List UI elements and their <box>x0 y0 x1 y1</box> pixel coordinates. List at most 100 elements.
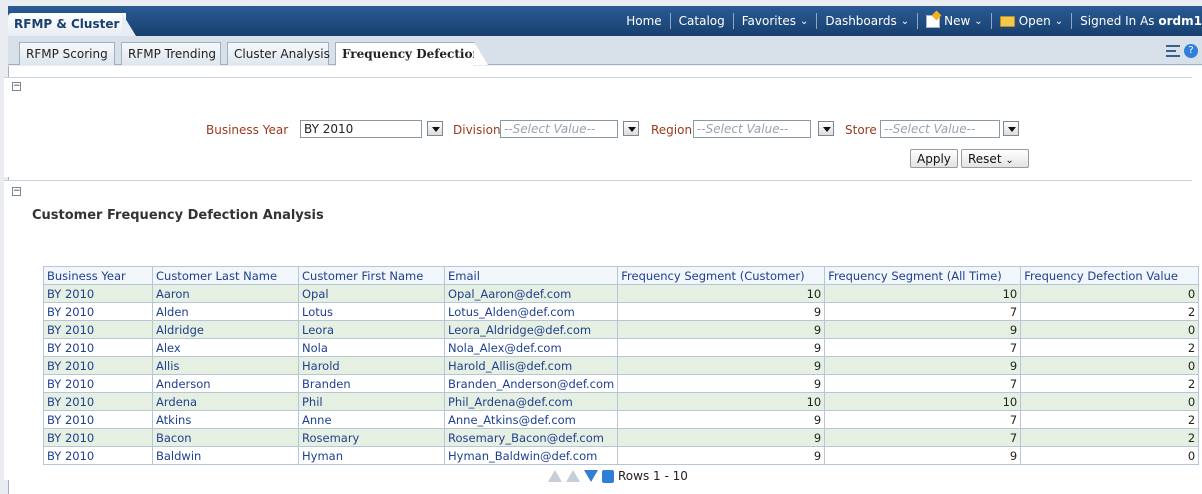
cell-email[interactable]: Harold_Allis@def.com <box>443 356 619 375</box>
cell-frequency-segment-all-time: 9 <box>824 356 1022 375</box>
folder-icon <box>999 15 1015 27</box>
region-dropdown-button[interactable] <box>818 121 834 136</box>
cell-email[interactable]: Hyman_Baldwin@def.com <box>443 446 619 465</box>
cell-first-name[interactable]: Harold <box>298 356 445 375</box>
collapse-icon[interactable]: − <box>12 82 21 91</box>
cell-first-name[interactable]: Hyman <box>298 446 445 465</box>
cell-email[interactable]: Anne_Atkins@def.com <box>443 410 619 429</box>
cell-email[interactable]: Rosemary_Bacon@def.com <box>443 428 619 447</box>
cell-business-year[interactable]: BY 2010 <box>43 410 153 429</box>
business-year-label: Business Year <box>206 123 289 137</box>
cell-frequency-segment-all-time: 7 <box>824 338 1022 357</box>
show-all-rows-icon[interactable] <box>602 469 614 483</box>
store-label: Store <box>845 123 877 137</box>
cell-frequency-segment-all-time: 10 <box>824 284 1022 303</box>
cell-frequency-segment-customer: 9 <box>617 302 826 321</box>
cell-last-name[interactable]: Bacon <box>152 428 299 447</box>
signed-in-status: Signed In As ordm1 <box>1072 14 1202 28</box>
dashboard-title-tab[interactable]: RFMP & Cluster <box>8 13 126 36</box>
page-options-icon[interactable] <box>1166 45 1180 57</box>
cell-frequency-segment-all-time: 7 <box>824 428 1022 447</box>
previous-page-icon[interactable] <box>566 470 580 482</box>
table-row: BY 2010 Aldridge Leora Leora_Aldridge@def.c… <box>43 320 1200 339</box>
cell-frequency-defection-value: 2 <box>1020 302 1200 321</box>
tab-frequency-defection[interactable]: Frequency Defection <box>335 42 481 66</box>
nav-open[interactable]: Open ⌄ <box>992 14 1071 28</box>
cell-business-year[interactable]: BY 2010 <box>43 392 153 411</box>
cell-first-name[interactable]: Nola <box>298 338 445 357</box>
cell-email[interactable]: Leora_Aldridge@def.com <box>443 320 619 339</box>
help-icon[interactable]: ? <box>1184 44 1198 58</box>
cell-business-year[interactable]: BY 2010 <box>43 428 153 447</box>
column-header-last-name[interactable]: Customer Last Name <box>152 266 299 285</box>
cell-frequency-defection-value: 0 <box>1020 356 1200 375</box>
store-dropdown-button[interactable] <box>1003 121 1019 136</box>
collapse-icon[interactable]: − <box>12 187 21 196</box>
table-row: BY 2010 Baldwin Hyman Hyman_Baldwin@def.com… <box>43 446 1200 465</box>
division-label: Division <box>453 123 501 137</box>
reset-button-label: Reset <box>968 152 1002 166</box>
cell-frequency-segment-customer: 9 <box>617 410 826 429</box>
column-header-email[interactable]: Email <box>443 266 619 285</box>
cell-email[interactable]: Phil_Ardena@def.com <box>443 392 619 411</box>
reset-button[interactable]: Reset ⌄ <box>961 149 1029 168</box>
cell-business-year[interactable]: BY 2010 <box>43 320 153 339</box>
cell-last-name[interactable]: Atkins <box>152 410 299 429</box>
cell-first-name[interactable]: Lotus <box>298 302 445 321</box>
cell-last-name[interactable]: Alex <box>152 338 299 357</box>
cell-first-name[interactable]: Phil <box>298 392 445 411</box>
table-row: BY 2010 Allis Harold Harold_Allis@def.com 9 9… <box>43 356 1200 375</box>
cell-business-year[interactable]: BY 2010 <box>43 356 153 375</box>
column-header-frequency-segment-customer[interactable]: Frequency Segment (Customer) <box>617 266 826 285</box>
next-page-icon[interactable] <box>584 470 598 482</box>
cell-business-year[interactable]: BY 2010 <box>43 374 153 393</box>
business-year-select[interactable]: BY 2010 <box>300 120 422 138</box>
first-page-icon[interactable] <box>548 470 562 482</box>
cell-last-name[interactable]: Allis <box>152 356 299 375</box>
cell-email[interactable]: Branden_Anderson@def.com <box>443 374 619 393</box>
table-row: BY 2010 Anderson Branden Branden_Anderson@d… <box>43 374 1200 393</box>
cell-last-name[interactable]: Aaron <box>152 284 299 303</box>
column-header-first-name[interactable]: Customer First Name <box>298 266 445 285</box>
cell-first-name[interactable]: Opal <box>298 284 445 303</box>
nav-dashboards[interactable]: Dashboards ⌄ <box>817 14 917 28</box>
cell-business-year[interactable]: BY 2010 <box>43 284 153 303</box>
region-select[interactable]: --Select Value-- <box>693 120 811 138</box>
division-select[interactable]: --Select Value-- <box>500 120 618 138</box>
table-header-row: Business Year Customer Last Name Custome… <box>43 266 1200 285</box>
cell-email[interactable]: Lotus_Alden@def.com <box>443 302 619 321</box>
tab-cluster-analysis[interactable]: Cluster Analysis <box>227 42 330 65</box>
business-year-dropdown-button[interactable] <box>427 121 443 136</box>
cell-frequency-segment-customer: 9 <box>617 338 826 357</box>
division-dropdown-button[interactable] <box>623 121 639 136</box>
cell-frequency-segment-customer: 9 <box>617 428 826 447</box>
cell-business-year[interactable]: BY 2010 <box>43 446 153 465</box>
nav-catalog[interactable]: Catalog <box>671 14 733 28</box>
cell-first-name[interactable]: Leora <box>298 320 445 339</box>
tab-rfmp-trending[interactable]: RFMP Trending <box>121 42 221 65</box>
cell-first-name[interactable]: Rosemary <box>298 428 445 447</box>
store-select[interactable]: --Select Value-- <box>880 120 1000 138</box>
signed-in-user[interactable]: ordm1 <box>1158 14 1202 28</box>
cell-first-name[interactable]: Branden <box>298 374 445 393</box>
cell-last-name[interactable]: Baldwin <box>152 446 299 465</box>
cell-last-name[interactable]: Aldridge <box>152 320 299 339</box>
nav-new[interactable]: New ⌄ <box>918 14 991 28</box>
cell-last-name[interactable]: Alden <box>152 302 299 321</box>
cell-email[interactable]: Nola_Alex@def.com <box>443 338 619 357</box>
cell-business-year[interactable]: BY 2010 <box>43 338 153 357</box>
cell-first-name[interactable]: Anne <box>298 410 445 429</box>
nav-favorites[interactable]: Favorites ⌄ <box>734 14 817 28</box>
cell-frequency-defection-value: 2 <box>1020 374 1200 393</box>
tab-rfmp-scoring[interactable]: RFMP Scoring <box>19 42 115 65</box>
nav-dashboards-label: Dashboards <box>825 14 897 28</box>
column-header-business-year[interactable]: Business Year <box>43 266 153 285</box>
cell-email[interactable]: Opal_Aaron@def.com <box>443 284 619 303</box>
cell-business-year[interactable]: BY 2010 <box>43 302 153 321</box>
cell-last-name[interactable]: Ardena <box>152 392 299 411</box>
column-header-frequency-defection-value[interactable]: Frequency Defection Value <box>1020 266 1200 285</box>
cell-last-name[interactable]: Anderson <box>152 374 299 393</box>
apply-button[interactable]: Apply <box>910 149 958 168</box>
column-header-frequency-segment-all-time[interactable]: Frequency Segment (All Time) <box>824 266 1022 285</box>
nav-home[interactable]: Home <box>618 14 669 28</box>
